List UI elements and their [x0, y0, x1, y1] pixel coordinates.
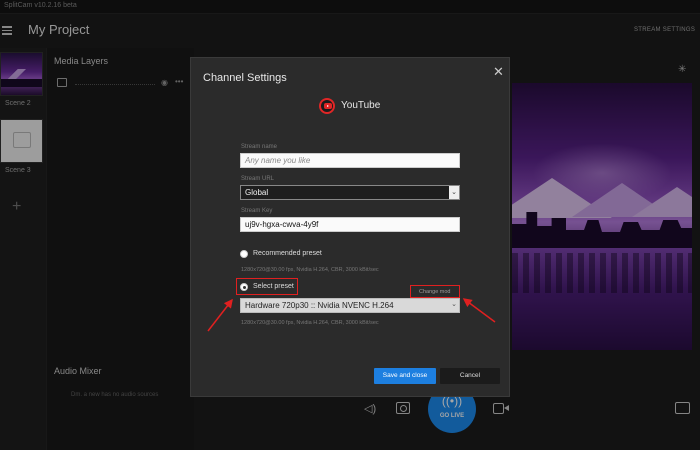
save-and-close-button[interactable]: Save and close — [374, 368, 436, 384]
stream-name-input[interactable]: Any name you like — [240, 153, 460, 168]
chevron-down-icon: ⌄ — [451, 301, 457, 308]
annotation-highlight-change-mode — [410, 285, 460, 298]
preset-select[interactable]: Hardware 720p30 :: Nvidia NVENC H.264 ⌄ — [240, 298, 460, 313]
chevron-down-icon: ⌄ — [449, 186, 459, 199]
service-name: YouTube — [341, 100, 381, 111]
annotation-highlight-select-preset — [236, 278, 298, 295]
preset-select-value: Hardware 720p30 :: Nvidia NVENC H.264 — [245, 301, 394, 310]
stream-key-label: Stream Key — [241, 208, 273, 214]
youtube-icon — [319, 98, 335, 114]
channel-settings-dialog: Channel Settings ✕ YouTube Stream name A… — [190, 57, 510, 397]
recommended-preset-label[interactable]: Recommended preset — [253, 250, 322, 257]
stream-url-value: Global — [245, 188, 269, 197]
stream-key-input[interactable]: uj9v-hgxa-cwva-4y9f — [240, 217, 460, 232]
stream-url-label: Stream URL — [241, 176, 275, 182]
recommended-preset-desc: 1280x720@30.00 fps, Nvidia H.264, CBR, 3… — [241, 267, 379, 273]
cancel-button[interactable]: Cancel — [440, 368, 500, 384]
recommended-preset-radio[interactable] — [240, 250, 248, 258]
select-preset-desc: 1280x720@30.00 fps, Nvidia H.264, CBR, 3… — [241, 320, 379, 326]
stream-name-label: Stream name — [241, 144, 278, 150]
stream-url-select[interactable]: Global ⌄ — [240, 185, 460, 200]
dialog-title: Channel Settings — [203, 72, 287, 84]
close-icon[interactable]: ✕ — [493, 64, 504, 80]
